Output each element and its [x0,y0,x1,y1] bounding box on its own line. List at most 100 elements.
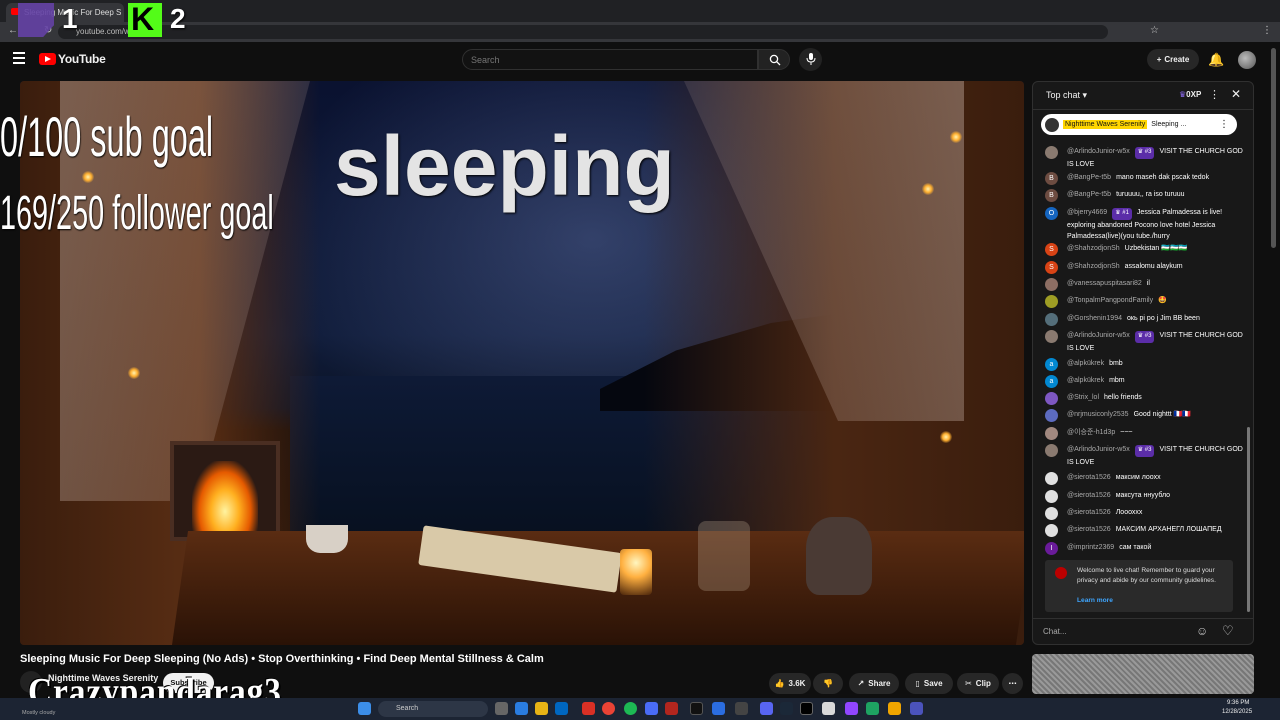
chat-author[interactable]: @ArlindoJunior-w5x [1067,446,1130,453]
avatar[interactable] [1045,409,1058,422]
chat-message[interactable]: @sierota1526 максим лоохх [1045,472,1243,485]
pinned-message[interactable]: Nighttime Waves Serenity Sleeping ... ⋮ [1041,114,1237,135]
app-icon[interactable] [735,702,748,715]
hamburger-menu-icon[interactable] [13,52,25,67]
chat-message[interactable]: a @alpkükrek bmb [1045,358,1243,371]
app-icon[interactable] [712,702,725,715]
avatar[interactable]: O [1045,207,1058,220]
file-explorer-icon[interactable] [535,702,548,715]
avatar[interactable] [1045,444,1058,457]
windows-start-icon[interactable] [358,702,371,715]
avatar[interactable]: S [1045,261,1058,274]
youtube-logo-icon[interactable] [39,53,56,65]
youtube-app-icon[interactable] [665,702,678,715]
chrome-profile-icon[interactable] [602,702,615,715]
share-button[interactable]: ↗ Share [849,673,899,694]
avatar[interactable] [1045,392,1058,405]
clock-time[interactable]: 9:36 PM [1227,700,1249,706]
chat-author[interactable]: @bjerry4669 [1067,209,1107,216]
edge-icon[interactable] [515,702,528,715]
chat-message[interactable]: @TonpalmPangpondFamily 🤩 [1045,295,1243,308]
pinned-more-icon[interactable]: ⋮ [1219,119,1229,130]
chat-message[interactable]: @이승준-h1d3p ~~~ [1045,427,1243,440]
voice-search-button[interactable] [799,48,822,71]
top-chat-selector[interactable]: Top chat ▾ [1046,90,1087,101]
chat-author[interactable]: @BangPe-t5b [1067,174,1111,181]
chat-author[interactable]: @sierota1526 [1067,509,1111,516]
chat-author[interactable]: @vanessapuspitasari82 [1067,280,1142,287]
chat-author[interactable]: @Strix_lol [1067,394,1099,401]
avatar[interactable] [1045,524,1058,537]
chat-message[interactable]: S @ShahzodjonSh assalomu alaykum [1045,261,1243,274]
browser-menu-icon[interactable]: ⋮ [1262,25,1272,36]
app-icon[interactable] [888,702,901,715]
twitch-app-icon[interactable] [845,702,858,715]
avatar[interactable] [1045,295,1058,308]
chat-message[interactable]: @Gorshenin1994 окь pi po j Jim BB been [1045,313,1243,326]
chat-author[interactable]: @Gorshenin1994 [1067,315,1122,322]
back-icon[interactable]: ← [8,25,18,36]
app-icon[interactable] [645,702,658,715]
chat-message[interactable]: @sierota1526 максута ннуубло [1045,490,1243,503]
chat-author[interactable]: @sierota1526 [1067,492,1111,499]
avatar[interactable]: B [1045,189,1058,202]
teams-icon[interactable] [910,702,923,715]
chat-author[interactable]: @TonpalmPangpondFamily [1067,297,1153,304]
avatar[interactable] [1045,313,1058,326]
notifications-bell-icon[interactable]: 🔔 [1208,52,1224,68]
chat-author[interactable]: @imprintz2369 [1067,544,1114,551]
chat-message[interactable]: @ArlindoJunior-w5x ♛ #3 VISIT THE CHURCH G… [1045,444,1243,468]
app-icon[interactable] [866,702,879,715]
like-button[interactable]: 👍 3.6K [769,673,811,694]
chat-author[interactable]: @sierota1526 [1067,474,1111,481]
chat-message[interactable]: @ArlindoJunior-w5x ♛ #3 VISIT THE CHURCH G… [1045,146,1243,170]
create-button[interactable]: + Create [1147,49,1199,70]
bookmark-star-icon[interactable]: ☆ [1150,25,1159,36]
chat-author[interactable]: @sierota1526 [1067,526,1111,533]
chat-author[interactable]: @alpkükrek [1067,377,1104,384]
chat-input[interactable]: Chat... [1043,624,1183,640]
recommended-thumbnail[interactable] [1032,654,1254,694]
chat-scrollbar[interactable] [1247,427,1250,612]
save-button[interactable]: ▯ Save [905,673,953,694]
chat-author[interactable]: @ShahzodjonSh [1067,245,1120,252]
kick-app-icon[interactable] [800,702,813,715]
chat-author[interactable]: @이승준-h1d3p [1067,429,1115,436]
avatar[interactable] [1045,146,1058,159]
clock-date[interactable]: 12/28/2025 [1222,709,1252,715]
chat-message[interactable]: @nrjmusiconly2535 Good nighttt 🇫🇷🇫🇷 [1045,409,1243,422]
avatar[interactable] [1045,330,1058,343]
chat-author[interactable]: @ArlindoJunior-w5x [1067,148,1130,155]
avatar[interactable] [1045,472,1058,485]
chat-message[interactable]: B @BangPe-t5b turuuuu,, ra iso turuuu [1045,189,1243,202]
avatar[interactable]: I [1045,542,1058,555]
task-view-icon[interactable] [495,702,508,715]
more-actions-button[interactable]: ⋯ [1002,673,1023,694]
chat-message[interactable]: B @BangPe-t5b mano maseh dak pscak tedok [1045,172,1243,185]
taskbar-search[interactable]: Search [378,701,488,717]
store-icon[interactable] [555,702,568,715]
chat-message[interactable]: @ArlindoJunior-w5x ♛ #3 VISIT THE CHURCH G… [1045,330,1243,354]
youtube-wordmark[interactable]: YouTube [58,52,106,66]
avatar[interactable]: S [1045,243,1058,256]
avatar[interactable]: B [1045,172,1058,185]
avatar[interactable] [1045,490,1058,503]
emoji-icon[interactable]: ☺ [1196,624,1208,638]
steam-icon[interactable] [780,702,793,715]
close-icon[interactable]: ✕ [1231,87,1241,101]
chrome-icon[interactable] [582,702,595,715]
url-field[interactable]: youtube.com/wat [58,25,1108,39]
avatar[interactable] [1045,427,1058,440]
chat-author[interactable]: @nrjmusiconly2535 [1067,411,1129,418]
chat-author[interactable]: @alpkükrek [1067,360,1104,367]
search-button[interactable] [758,49,790,70]
avatar[interactable] [1045,278,1058,291]
learn-more-link[interactable]: Learn more [1077,596,1113,606]
chat-message[interactable]: O @bjerry4669 ♛ #1 Jessica Palmadessa is li… [1045,207,1243,243]
account-avatar[interactable] [1238,51,1256,69]
search-input[interactable] [462,49,758,70]
heart-icon[interactable]: ♡ [1222,623,1234,639]
avatar[interactable]: a [1045,358,1058,371]
chat-author[interactable]: @ArlindoJunior-w5x [1067,332,1130,339]
chat-author[interactable]: @ShahzodjonSh [1067,263,1120,270]
